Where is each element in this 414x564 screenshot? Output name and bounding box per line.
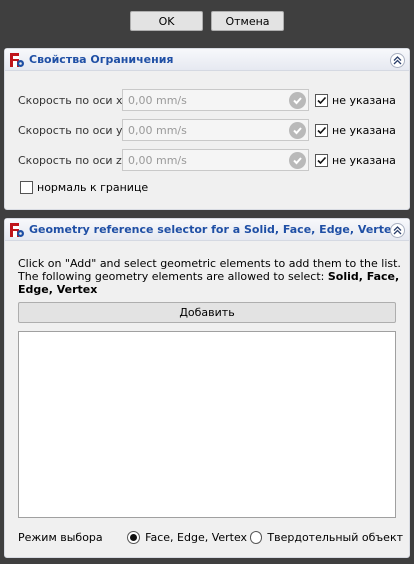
selection-mode-row: Режим выбора Face, Edge, Vertex Твердоте… bbox=[18, 529, 403, 545]
velocity-z-value: 0,00 mm/s bbox=[128, 153, 187, 167]
freecad-logo-icon bbox=[9, 52, 25, 68]
velocity-y-field[interactable]: 0,00 mm/s bbox=[122, 119, 309, 141]
velocity-y-unspecified-label: не указана bbox=[332, 123, 396, 137]
mode-solid-label: Твердотельный объект bbox=[267, 530, 403, 544]
add-button[interactable]: Добавить bbox=[18, 302, 396, 323]
velocity-x-value: 0,00 mm/s bbox=[128, 93, 187, 107]
selector-panel-header[interactable]: Geometry reference selector for a Solid,… bbox=[5, 219, 409, 241]
velocity-y-unspecified-checkbox[interactable] bbox=[315, 123, 328, 137]
velocity-z-unspecified-label: не указана bbox=[332, 153, 396, 167]
velocity-z-unspecified-checkbox[interactable] bbox=[315, 153, 328, 167]
velocity-z-field[interactable]: 0,00 mm/s bbox=[122, 149, 309, 171]
velocity-z-label: Скорость по оси z: bbox=[18, 153, 126, 167]
constraint-panel-title: Свойства Ограничения bbox=[29, 53, 174, 66]
normal-to-boundary-checkbox[interactable] bbox=[20, 180, 33, 194]
selector-panel-title: Geometry reference selector for a Solid,… bbox=[29, 223, 399, 236]
velocity-y-value: 0,00 mm/s bbox=[128, 123, 187, 137]
cancel-button[interactable]: Отмена bbox=[211, 11, 284, 31]
selector-instructions: Click on "Add" and select geometric elem… bbox=[18, 257, 401, 296]
instruction-line-1: Click on "Add" and select geometric elem… bbox=[18, 257, 401, 270]
velocity-y-row: Скорость по оси y: 0,00 mm/s не указана bbox=[18, 119, 396, 141]
mode-face-edge-vertex-radio[interactable] bbox=[127, 530, 141, 544]
checkmark-icon bbox=[289, 92, 306, 109]
mode-face-edge-vertex-label: Face, Edge, Vertex bbox=[145, 530, 248, 544]
velocity-x-row: Скорость по оси x: 0,00 mm/s не указана bbox=[18, 89, 396, 111]
velocity-x-unspecified-label: не указана bbox=[332, 93, 396, 107]
instruction-line-2: The following geometry elements are allo… bbox=[18, 270, 400, 296]
collapse-chevron-icon[interactable] bbox=[390, 53, 405, 68]
collapse-chevron-icon[interactable] bbox=[390, 223, 405, 238]
constraint-properties-panel: Свойства Ограничения Скорость по оси x: … bbox=[4, 48, 410, 210]
velocity-y-label: Скорость по оси y: bbox=[18, 123, 126, 137]
velocity-x-label: Скорость по оси x: bbox=[18, 93, 127, 107]
constraint-panel-header[interactable]: Свойства Ограничения bbox=[5, 49, 409, 71]
normal-to-boundary-row: нормаль к границе bbox=[18, 176, 148, 198]
instruction-prefix: The following geometry elements are allo… bbox=[18, 270, 328, 283]
selection-mode-label: Режим выбора bbox=[18, 530, 103, 544]
normal-to-boundary-label: нормаль к границе bbox=[37, 180, 149, 194]
geometry-selector-panel: Geometry reference selector for a Solid,… bbox=[4, 218, 410, 558]
selected-elements-list[interactable] bbox=[18, 331, 396, 518]
velocity-x-field[interactable]: 0,00 mm/s bbox=[122, 89, 309, 111]
velocity-x-unspecified-checkbox[interactable] bbox=[315, 93, 328, 107]
checkmark-icon bbox=[289, 152, 306, 169]
checkmark-icon bbox=[289, 122, 306, 139]
mode-solid-radio[interactable] bbox=[249, 530, 263, 544]
ok-button[interactable]: OK bbox=[130, 11, 203, 31]
velocity-z-row: Скорость по оси z: 0,00 mm/s не указана bbox=[18, 149, 396, 171]
freecad-logo-icon bbox=[9, 222, 25, 238]
